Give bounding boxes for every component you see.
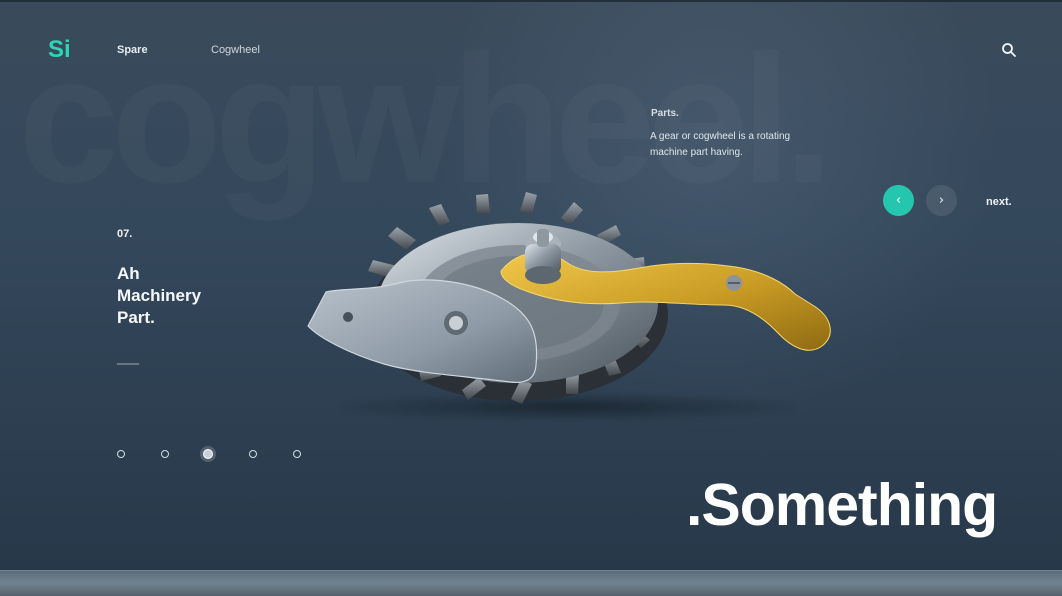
nav-spare[interactable]: Spare	[117, 44, 148, 56]
parts-description: A gear or cogwheel is a rotating machine…	[650, 131, 791, 158]
gold-lever	[500, 252, 831, 351]
gear-shadow	[340, 393, 798, 421]
nav-cogwheel[interactable]: Cogwheel	[211, 44, 260, 56]
cogwheel-gear	[368, 192, 668, 404]
pagination-dot-2[interactable]	[161, 450, 169, 458]
logo[interactable]: Si	[48, 35, 74, 65]
previous-button[interactable]: ‹	[883, 185, 914, 216]
next-label[interactable]: next.	[986, 196, 1012, 208]
divider	[117, 363, 139, 365]
center-bolt	[525, 229, 561, 284]
cogwheel-image	[307, 192, 831, 404]
search-icon[interactable]	[1000, 41, 1018, 59]
pagination-dot-4[interactable]	[249, 450, 257, 458]
next-button[interactable]: ›	[926, 185, 957, 216]
machine-plate	[307, 279, 538, 384]
page: cogwheel. Si Spare Cogwheel Parts. A gea…	[0, 0, 1062, 596]
pagination-dot-5[interactable]	[293, 450, 301, 458]
headline-line: Machinery	[117, 286, 202, 305]
chevron-right-icon: ›	[938, 193, 945, 208]
slide-number: 07.	[117, 228, 133, 240]
parts-title: Parts.	[651, 108, 679, 119]
pagination-dot-1[interactable]	[117, 450, 125, 458]
headline-line: Part.	[117, 308, 155, 327]
hero-title: .Something	[686, 472, 998, 538]
headline: Ah Machinery Part.	[117, 263, 252, 329]
headline-line: Ah	[117, 264, 140, 283]
bottom-band	[0, 570, 1062, 596]
chevron-left-icon: ‹	[895, 193, 902, 208]
pagination-dot-active[interactable]	[203, 449, 213, 459]
pagination-dots	[117, 446, 303, 464]
